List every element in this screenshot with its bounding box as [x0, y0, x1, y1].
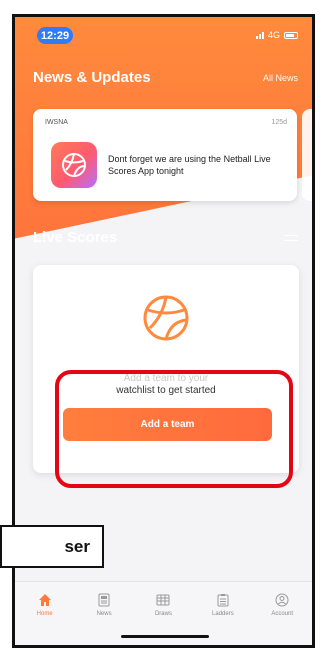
netball-app-icon — [51, 142, 97, 188]
home-icon — [37, 592, 53, 608]
next-news-card[interactable] — [302, 109, 312, 201]
live-scores-title: Live Scores — [33, 229, 118, 246]
news-text: Dont forget we are using the Netball Liv… — [108, 154, 271, 176]
live-scores-empty-card: Add a team to your watchlist to get star… — [33, 265, 299, 473]
status-indicators: 4G — [255, 30, 298, 40]
news-icon — [96, 592, 112, 608]
home-indicator — [121, 635, 209, 638]
empty-text-line1: Add a team to your — [123, 373, 209, 384]
nav-label: Ladders — [212, 611, 234, 617]
nav-label: Draws — [154, 611, 172, 617]
draws-icon — [155, 592, 171, 608]
news-header: News & Updates All News — [33, 69, 298, 86]
nav-label: Home — [36, 611, 53, 617]
filter-icon[interactable] — [284, 232, 298, 244]
account-icon — [274, 592, 290, 608]
news-section-title: News & Updates — [33, 69, 151, 86]
news-source: IWSNA — [45, 119, 68, 126]
empty-text-line2: watchlist to get started — [116, 385, 216, 396]
bottom-nav: Home News Draws Ladders Account — [15, 581, 312, 645]
add-team-button[interactable]: Add a team — [63, 408, 272, 441]
battery-icon — [284, 31, 298, 39]
nav-home[interactable]: Home — [17, 592, 73, 645]
network-label: 4G — [267, 30, 280, 40]
live-scores-header: Live Scores — [33, 229, 298, 246]
status-bar: 12:29 4G — [15, 17, 312, 53]
all-news-link[interactable]: All News — [263, 73, 298, 83]
nav-label: News — [96, 611, 112, 617]
signal-icon — [255, 31, 264, 39]
status-time: 12:29 — [37, 27, 73, 44]
nav-label: Account — [271, 611, 294, 617]
nav-account[interactable]: Account — [254, 592, 310, 645]
ladders-icon — [215, 592, 231, 608]
news-age: 125d — [271, 119, 287, 126]
netball-icon — [143, 295, 189, 341]
news-card[interactable]: IWSNA 125d Dont forget we are using the … — [33, 109, 297, 201]
annotation-callout: ser — [0, 525, 104, 568]
